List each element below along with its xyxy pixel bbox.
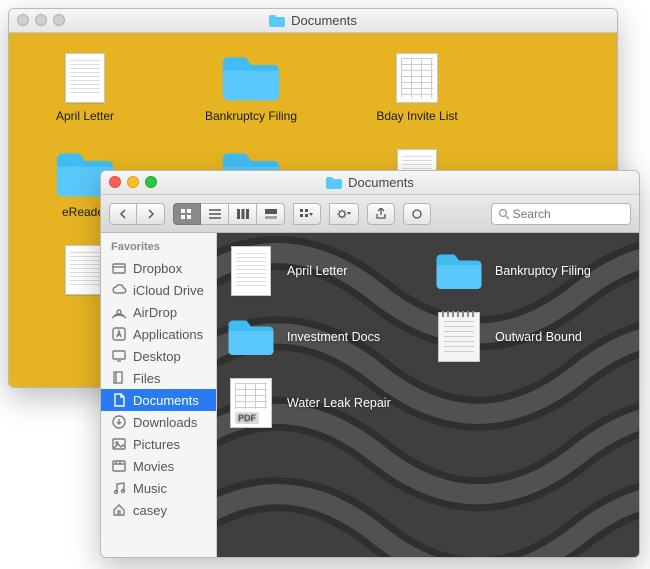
files-icon [111, 370, 127, 386]
downloads-icon [111, 414, 127, 430]
file-label: Investment Docs [287, 330, 380, 344]
window-title-text: Documents [348, 175, 414, 190]
file-label: Bday Invite List [376, 109, 457, 123]
file-label: Bankruptcy Filing [205, 109, 297, 123]
folder-icon [219, 51, 283, 105]
doc-pdf-icon [225, 379, 277, 427]
documents-icon [111, 392, 127, 408]
back-button[interactable] [109, 203, 137, 225]
sidebar-item-pictures[interactable]: Pictures [101, 433, 216, 455]
zoom-button[interactable] [145, 176, 157, 188]
sidebar-item-casey[interactable]: casey [101, 499, 216, 521]
doc-page-icon [53, 51, 117, 105]
close-button[interactable] [17, 14, 29, 26]
arrange-dropdown[interactable] [293, 203, 321, 225]
window-title-text: Documents [291, 13, 357, 28]
icon-view-button[interactable] [173, 203, 201, 225]
doc-spreadsheet-icon [385, 51, 449, 105]
sidebar-item-dropbox[interactable]: Dropbox [101, 257, 216, 279]
sidebar-item-label: Dropbox [133, 261, 182, 276]
pictures-icon [111, 436, 127, 452]
file-item[interactable]: Bankruptcy Filing [197, 51, 305, 123]
file-label: Water Leak Repair [287, 396, 391, 410]
tags-button[interactable] [403, 203, 431, 225]
movies-icon [111, 458, 127, 474]
file-label: Outward Bound [495, 330, 582, 344]
file-label: April Letter [56, 109, 114, 123]
titlebar[interactable]: Documents [101, 171, 639, 195]
search-input[interactable] [513, 207, 624, 221]
traffic-lights [109, 176, 157, 188]
doc-page-icon [225, 247, 277, 295]
file-item[interactable]: Outward Bound [433, 313, 623, 361]
toolbar [101, 195, 639, 233]
sidebar-item-icloud-drive[interactable]: iCloud Drive [101, 279, 216, 301]
zoom-button[interactable] [53, 14, 65, 26]
search-field[interactable] [491, 203, 631, 225]
folder-icon [269, 15, 285, 27]
minimize-button[interactable] [127, 176, 139, 188]
file-item[interactable]: Bankruptcy Filing [433, 247, 623, 295]
list-view-button[interactable] [201, 203, 229, 225]
nav-buttons [109, 203, 165, 225]
window-title: Documents [326, 175, 414, 190]
sidebar-header: Favorites [101, 239, 216, 257]
folder-icon [225, 313, 277, 361]
file-item[interactable]: Investment Docs [225, 313, 415, 361]
coverflow-view-button[interactable] [257, 203, 285, 225]
sidebar-item-label: AirDrop [133, 305, 177, 320]
traffic-lights [17, 14, 65, 26]
home-icon [111, 502, 127, 518]
gear-icon [329, 203, 359, 225]
search-icon [498, 208, 509, 220]
window-body: Favorites Dropbox iCloud Drive AirDrop Appl… [101, 233, 639, 557]
cloud-icon [111, 282, 127, 298]
sidebar-item-airdrop[interactable]: AirDrop [101, 301, 216, 323]
box-icon [111, 260, 127, 276]
sidebar-item-movies[interactable]: Movies [101, 455, 216, 477]
file-label: April Letter [287, 264, 347, 278]
sidebar-item-label: Downloads [133, 415, 197, 430]
sidebar-item-label: Desktop [133, 349, 181, 364]
sidebar-item-label: Files [133, 371, 160, 386]
file-item[interactable]: Bday Invite List [363, 51, 471, 123]
folder-icon [433, 247, 485, 295]
sidebar-item-music[interactable]: Music [101, 477, 216, 499]
music-icon [111, 480, 127, 496]
file-item[interactable]: April Letter [225, 247, 415, 295]
file-label: Bankruptcy Filing [495, 264, 591, 278]
airdrop-icon [111, 304, 127, 320]
file-item[interactable]: Water Leak Repair [225, 379, 415, 427]
sidebar-item-label: Documents [133, 393, 199, 408]
action-dropdown[interactable] [329, 203, 359, 225]
arrange-icon [293, 203, 321, 225]
sidebar-item-applications[interactable]: Applications [101, 323, 216, 345]
desktop-icon [111, 348, 127, 364]
titlebar[interactable]: Documents [9, 9, 617, 33]
sidebar-item-files[interactable]: Files [101, 367, 216, 389]
sidebar-item-desktop[interactable]: Desktop [101, 345, 216, 367]
close-button[interactable] [109, 176, 121, 188]
sidebar-item-label: casey [133, 503, 167, 518]
content-area[interactable]: April Letter Bankruptcy Filing Investment … [217, 233, 639, 557]
sidebar: Favorites Dropbox iCloud Drive AirDrop Appl… [101, 233, 217, 557]
share-button[interactable] [367, 203, 395, 225]
sidebar-item-downloads[interactable]: Downloads [101, 411, 216, 433]
file-item[interactable]: April Letter [31, 51, 139, 123]
minimize-button[interactable] [35, 14, 47, 26]
sidebar-item-documents[interactable]: Documents [101, 389, 216, 411]
sidebar-item-label: Movies [133, 459, 174, 474]
finder-window-front: Documents Favorites DropboxiCloud [100, 170, 640, 558]
sidebar-item-label: Applications [133, 327, 203, 342]
doc-spiral-icon [433, 313, 485, 361]
sidebar-item-label: Music [133, 481, 167, 496]
window-title: Documents [269, 13, 357, 28]
folder-icon [326, 177, 342, 189]
sidebar-item-label: Pictures [133, 437, 180, 452]
app-icon [111, 326, 127, 342]
view-buttons [173, 203, 285, 225]
sidebar-item-label: iCloud Drive [133, 283, 204, 298]
column-view-button[interactable] [229, 203, 257, 225]
forward-button[interactable] [137, 203, 165, 225]
